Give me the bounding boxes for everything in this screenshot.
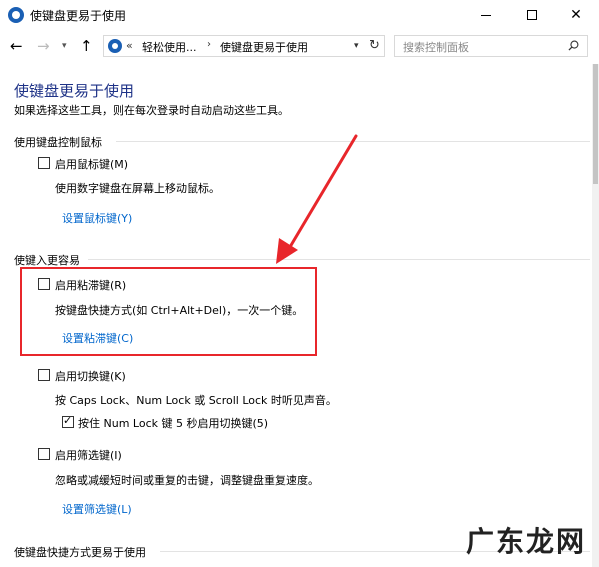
vertical-scrollbar[interactable] bbox=[592, 64, 599, 567]
scrollbar-thumb[interactable] bbox=[593, 64, 598, 184]
watermark: 广东龙网 bbox=[466, 525, 587, 558]
annotation-arrow-icon bbox=[276, 134, 358, 264]
